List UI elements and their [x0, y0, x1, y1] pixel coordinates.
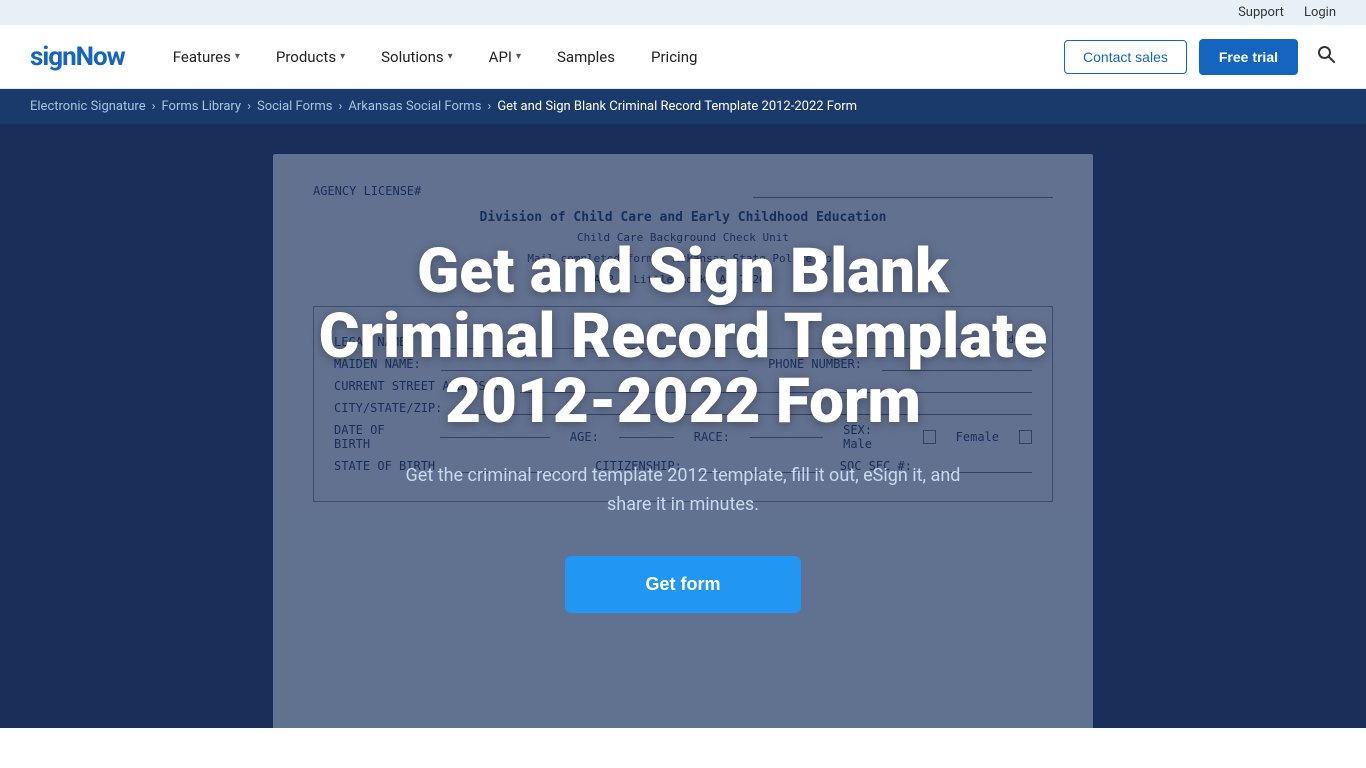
chevron-down-icon: ▾	[448, 51, 453, 62]
nav-label-samples: Samples	[557, 48, 615, 66]
breadcrumb-sep-2: ›	[247, 99, 251, 114]
hero-content: Get and Sign Blank Criminal Record Templ…	[299, 199, 1067, 653]
hero-title-line3: 2012-2022 Form	[445, 365, 921, 438]
nav-item-features[interactable]: Features ▾	[155, 25, 258, 89]
nav-item-products[interactable]: Products ▾	[258, 25, 363, 89]
support-link[interactable]: Support	[1238, 5, 1284, 20]
nav-label-products: Products	[276, 48, 336, 66]
free-trial-button[interactable]: Free trial	[1199, 39, 1298, 75]
contact-sales-button[interactable]: Contact sales	[1064, 40, 1187, 74]
hero-title-line1: Get and Sign Blank	[417, 235, 949, 308]
nav-label-pricing: Pricing	[651, 48, 697, 66]
chevron-down-icon: ▾	[516, 51, 521, 62]
chevron-down-icon: ▾	[235, 51, 240, 62]
hero-subtitle: Get the criminal record template 2012 te…	[383, 462, 983, 520]
utility-bar: Support Login	[0, 0, 1366, 25]
breadcrumb-current-page: Get and Sign Blank Criminal Record Templ…	[497, 99, 857, 114]
nav-label-features: Features	[173, 48, 231, 66]
nav-label-solutions: Solutions	[381, 48, 444, 66]
breadcrumb-forms-library[interactable]: Forms Library	[162, 99, 242, 114]
breadcrumb-sep-1: ›	[152, 99, 156, 114]
breadcrumb-sep-4: ›	[487, 99, 491, 114]
nav-item-api[interactable]: API ▾	[471, 25, 539, 89]
breadcrumb-arkansas-social-forms[interactable]: Arkansas Social Forms	[348, 99, 481, 114]
login-link[interactable]: Login	[1304, 5, 1336, 20]
form-agency-label: AGENCY LICENSE#	[313, 184, 421, 198]
hero-title-line2: Criminal Record Template	[319, 300, 1047, 373]
breadcrumb: Electronic Signature › Forms Library › S…	[0, 89, 1366, 124]
breadcrumb-electronic-signature[interactable]: Electronic Signature	[30, 99, 146, 114]
breadcrumb-sep-3: ›	[339, 99, 343, 114]
logo-text: signNow	[30, 42, 125, 72]
breadcrumb-social-forms[interactable]: Social Forms	[257, 99, 333, 114]
get-form-button[interactable]: Get form	[565, 556, 800, 613]
search-icon[interactable]	[1316, 44, 1336, 69]
nav-items: Features ▾ Products ▾ Solutions ▾ API ▾ …	[155, 25, 1064, 89]
hero-section: AGENCY LICENSE# Division of Child Care a…	[0, 124, 1366, 728]
nav-item-solutions[interactable]: Solutions ▾	[363, 25, 471, 89]
hero-title: Get and Sign Blank Criminal Record Templ…	[319, 239, 1047, 434]
nav-label-api: API	[489, 48, 512, 66]
main-nav: signNow Features ▾ Products ▾ Solutions …	[0, 25, 1366, 89]
logo[interactable]: signNow	[30, 42, 125, 72]
nav-item-pricing[interactable]: Pricing	[633, 25, 715, 89]
nav-item-samples[interactable]: Samples	[539, 25, 633, 89]
nav-right: Contact sales Free trial	[1064, 39, 1336, 75]
chevron-down-icon: ▾	[340, 51, 345, 62]
